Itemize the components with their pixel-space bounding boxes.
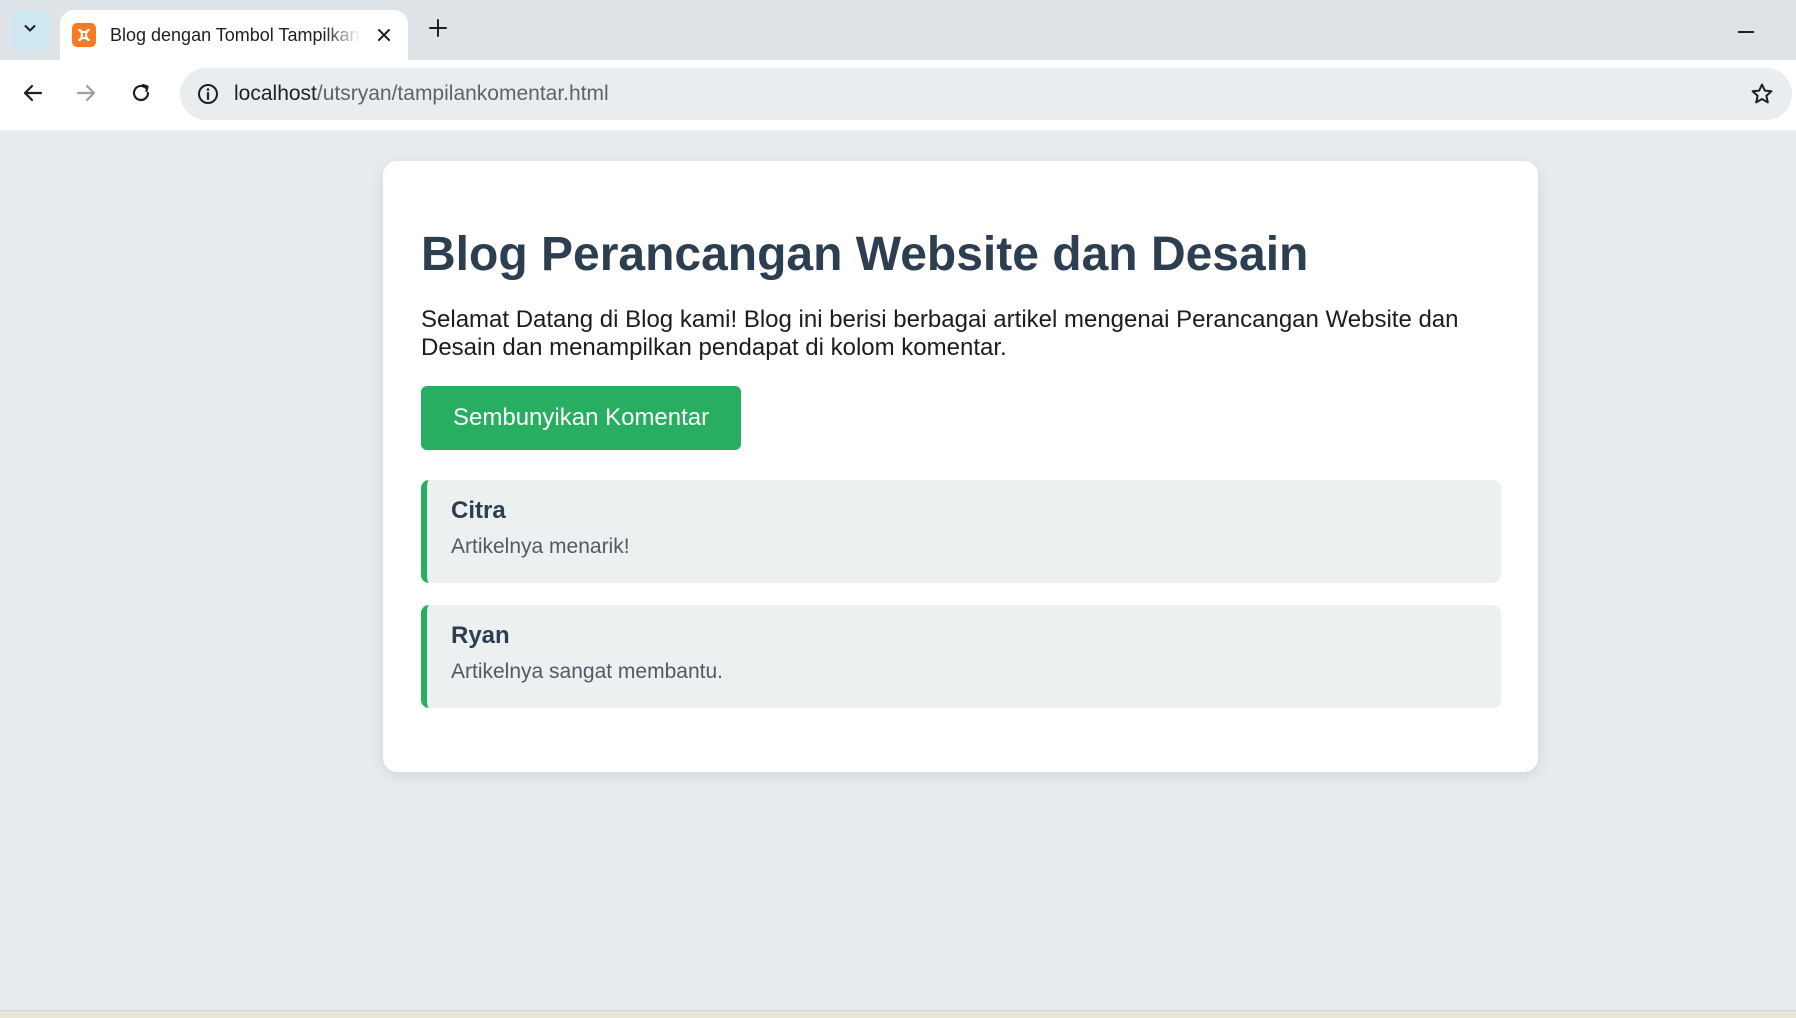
chevron-down-icon <box>22 20 38 41</box>
forward-button[interactable] <box>66 75 106 115</box>
xampp-favicon-icon <box>72 23 96 47</box>
browser-tab-active[interactable]: Blog dengan Tombol Tampilkan Komentar <box>60 10 408 60</box>
intro-paragraph: Selamat Datang di Blog kami! Blog ini be… <box>421 306 1459 362</box>
site-info-icon[interactable] <box>192 78 224 110</box>
minimize-window-button[interactable] <box>1726 12 1766 48</box>
back-button[interactable] <box>13 75 53 115</box>
close-tab-icon[interactable] <box>372 23 396 47</box>
tab-title: Blog dengan Tombol Tampilkan Komentar <box>110 24 360 45</box>
toggle-comments-button[interactable]: Sembunyikan Komentar <box>421 386 742 451</box>
blog-container: Blog Perancangan Website dan Desain Sela… <box>383 161 1538 772</box>
page-title: Blog Perancangan Website dan Desain <box>421 228 1309 281</box>
comment-author: Ryan <box>451 622 510 650</box>
url-path: /utsryan/tampilankomentar.html <box>316 82 609 105</box>
comment-text: Artikelnya menarik! <box>451 535 630 559</box>
arrow-right-icon <box>75 82 97 109</box>
browser-toolbar: localhost/utsryan/tampilankomentar.html <box>0 60 1796 130</box>
taskbar-edge <box>0 1010 1796 1018</box>
arrow-left-icon <box>22 82 44 109</box>
comment-author: Citra <box>451 497 506 525</box>
reload-button[interactable] <box>121 75 161 115</box>
new-tab-button[interactable] <box>420 12 456 48</box>
comment-item: Citra Artikelnya menarik! <box>421 480 1501 584</box>
reload-icon <box>130 82 152 109</box>
tab-search-button[interactable] <box>10 10 50 50</box>
bookmark-star-icon[interactable] <box>1746 78 1778 110</box>
url-host: localhost <box>234 82 317 105</box>
comment-text: Artikelnya sangat membantu. <box>451 660 723 684</box>
comment-list: Citra Artikelnya menarik! Ryan Artikelny… <box>421 480 1501 709</box>
address-bar[interactable]: localhost/utsryan/tampilankomentar.html <box>180 68 1792 120</box>
minimize-icon <box>1737 21 1755 39</box>
comment-item: Ryan Artikelnya sangat membantu. <box>421 605 1501 709</box>
page-viewport: Blog Perancangan Website dan Desain Sela… <box>0 130 1796 1010</box>
tab-strip: Blog dengan Tombol Tampilkan Komentar <box>0 0 1796 60</box>
url-text[interactable]: localhost/utsryan/tampilankomentar.html <box>234 82 609 106</box>
plus-icon <box>428 18 448 43</box>
